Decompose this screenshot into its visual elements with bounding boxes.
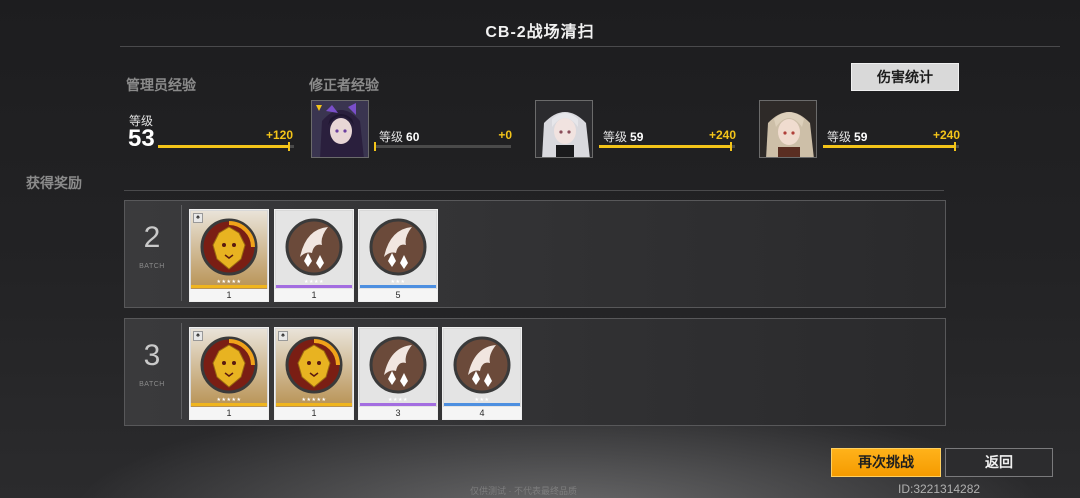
rarity-bar bbox=[191, 285, 267, 288]
rarity-bar bbox=[444, 403, 520, 406]
character-3-exp-bar-fill bbox=[823, 145, 956, 148]
batch-number: 2 bbox=[143, 221, 161, 254]
character-2-exp-bar-marker bbox=[730, 142, 732, 151]
rarity-stars: ★★★★★ bbox=[216, 397, 242, 403]
reward-item-art bbox=[360, 211, 436, 289]
item-count: 3 bbox=[359, 407, 437, 419]
rarity-stars: ★★★★ bbox=[304, 279, 324, 285]
item-count: 1 bbox=[190, 407, 268, 419]
feather-emblem-icon bbox=[360, 211, 436, 289]
character-2-exp-bar bbox=[599, 142, 735, 151]
feather-emblem-icon bbox=[276, 211, 352, 289]
feather-emblem-icon bbox=[360, 329, 436, 407]
character-1-exp-bar-marker bbox=[374, 142, 376, 151]
admin-exp-heading: 管理员经验 bbox=[126, 77, 196, 93]
character-1-level: 等级 60 bbox=[379, 130, 420, 144]
reward-item-art bbox=[444, 329, 520, 407]
page-title: CB-2战场清扫 bbox=[485, 24, 595, 41]
character-3-image bbox=[760, 101, 816, 157]
item-count: 1 bbox=[190, 289, 268, 301]
rarity-stars: ★★★★ bbox=[388, 397, 408, 403]
test-watermark-note: 仅供测试 · 不代表最终品质 bbox=[470, 486, 577, 496]
reward-item-gold-lion[interactable]: ♠ ★★★★★ 1 bbox=[189, 209, 269, 302]
item-count: 1 bbox=[275, 289, 353, 301]
admin-exp-bar bbox=[158, 142, 294, 151]
rarity-stars: ★★★★★ bbox=[301, 397, 327, 403]
damage-stats-button[interactable]: 伤害统计 bbox=[851, 63, 959, 91]
challenge-again-button[interactable]: 再次挑战 bbox=[831, 448, 941, 477]
rarity-stars: ★★★ bbox=[390, 279, 406, 285]
feather-emblem-icon bbox=[444, 329, 520, 407]
admin-exp-gain: +120 bbox=[265, 128, 293, 142]
reward-item-gold-lion[interactable]: ♠ ★★★★★ 1 bbox=[189, 327, 269, 420]
batch-row-3: 3 BATCH ♠ ★★★★★ 1 ♠ ★★★★★ 1 ★★★★ 3 ★★★ 4 bbox=[124, 318, 946, 426]
batch-divider bbox=[181, 323, 182, 419]
title-divider bbox=[120, 46, 1060, 47]
item-count: 4 bbox=[443, 407, 521, 419]
batch-label: BATCH bbox=[139, 263, 165, 270]
user-id: ID:3221314282 bbox=[898, 482, 981, 496]
character-1-exp-bar bbox=[374, 142, 511, 151]
modifier-exp-heading: 修正者经验 bbox=[309, 77, 379, 93]
character-2-exp-bar-fill bbox=[599, 145, 732, 148]
character-3-exp-bar bbox=[823, 142, 959, 151]
rarity-bar bbox=[360, 285, 436, 288]
admin-level-value: 53 bbox=[128, 125, 155, 152]
item-count: 1 bbox=[275, 407, 353, 419]
batch-number: 3 bbox=[143, 339, 161, 372]
character-2-image bbox=[536, 101, 592, 157]
character-1-image bbox=[312, 101, 368, 157]
character-2-level: 等级 59 bbox=[603, 130, 644, 144]
batch-divider bbox=[181, 205, 182, 301]
character-3-exp-bar-marker bbox=[954, 142, 956, 151]
rewards-heading: 获得奖励 bbox=[26, 175, 82, 191]
admin-exp-bar-fill bbox=[158, 145, 290, 148]
admin-exp-bar-marker bbox=[288, 142, 290, 151]
reward-item-feather[interactable]: ★★★ 5 bbox=[358, 209, 438, 302]
reward-item-feather[interactable]: ★★★★ 3 bbox=[358, 327, 438, 420]
character-2-exp-gain: +240 bbox=[708, 128, 736, 142]
rarity-bar bbox=[360, 403, 436, 406]
character-1-exp-gain: +0 bbox=[498, 128, 512, 142]
rewards-divider bbox=[124, 190, 944, 191]
batch-row-2: 2 BATCH ♠ ★★★★★ 1 ★★★★ 1 ★★★ 5 bbox=[124, 200, 946, 308]
item-count: 5 bbox=[359, 289, 437, 301]
reward-item-feather[interactable]: ★★★★ 1 bbox=[274, 209, 354, 302]
rarity-bar bbox=[276, 403, 352, 406]
item-tag-icon: ♠ bbox=[193, 331, 203, 341]
character-portrait-2[interactable] bbox=[535, 100, 593, 158]
rarity-stars: ★★★★★ bbox=[216, 279, 242, 285]
item-tag-icon: ♠ bbox=[193, 213, 203, 223]
item-tag-icon: ♠ bbox=[278, 331, 288, 341]
character-3-exp-gain: +240 bbox=[932, 128, 960, 142]
return-button[interactable]: 返回 bbox=[945, 448, 1053, 477]
reward-item-feather[interactable]: ★★★ 4 bbox=[442, 327, 522, 420]
character-portrait-3[interactable] bbox=[759, 100, 817, 158]
reward-item-gold-lion[interactable]: ♠ ★★★★★ 1 bbox=[274, 327, 354, 420]
batch-label: BATCH bbox=[139, 381, 165, 388]
rarity-bar bbox=[276, 285, 352, 288]
reward-item-art bbox=[360, 329, 436, 407]
character-portrait-1[interactable] bbox=[311, 100, 369, 158]
reward-item-art bbox=[276, 211, 352, 289]
character-3-level: 等级 59 bbox=[827, 130, 868, 144]
rarity-bar bbox=[191, 403, 267, 406]
rarity-stars: ★★★ bbox=[474, 397, 490, 403]
